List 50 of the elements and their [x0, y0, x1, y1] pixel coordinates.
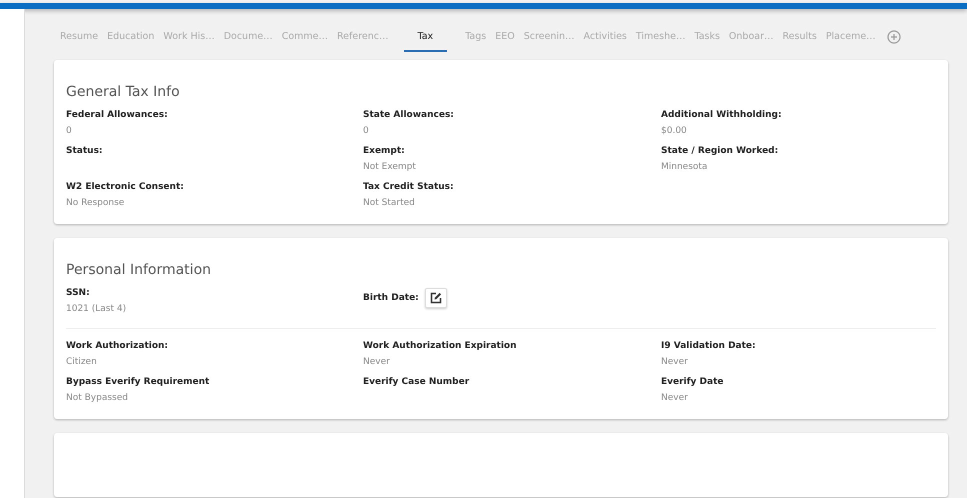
field-value: Never	[363, 357, 391, 367]
tab[interactable]: Onboar…	[728, 22, 774, 52]
tab[interactable]: EEO	[495, 22, 515, 52]
tab[interactable]: Tasks	[694, 22, 720, 52]
card-title: General Tax Info	[66, 84, 181, 100]
field-label: Work Authorization Expiration	[363, 341, 518, 351]
field-label: Everify Case Number	[363, 377, 470, 387]
field-label: Tax Credit Status:	[363, 182, 455, 192]
edit-button[interactable]	[424, 288, 447, 308]
field-label: Bypass Everify Requirement	[66, 377, 210, 387]
field-value: Never	[661, 357, 689, 367]
tab[interactable]: Results	[782, 22, 817, 52]
tab[interactable]: Comme…	[282, 22, 328, 52]
field-value: Not Started	[363, 198, 416, 208]
card-title: Personal Information	[66, 262, 212, 278]
tab[interactable]: Resume	[60, 22, 98, 52]
field-value: Never	[661, 393, 689, 403]
field-label: State Allowances:	[363, 110, 455, 120]
tab[interactable]: Work His…	[163, 22, 215, 52]
edit-icon	[430, 292, 442, 304]
field-value: $0.00	[661, 126, 688, 136]
field-label: State / Region Worked:	[661, 146, 780, 156]
field-value: Not Bypassed	[66, 393, 129, 403]
tab[interactable]: Timeshe…	[636, 22, 686, 52]
field-value: Citizen	[66, 357, 98, 367]
field-label: Federal Allowances:	[66, 110, 169, 120]
tab[interactable]: Education	[107, 22, 154, 52]
field-label: I9 Validation Date:	[661, 341, 757, 351]
tab[interactable]: Placeme…	[826, 22, 876, 52]
tab[interactable]: Activities	[584, 22, 627, 52]
field-label: Exempt:	[363, 146, 406, 156]
field-label: W2 Electronic Consent:	[66, 182, 185, 192]
tab[interactable]: Referenc…	[337, 22, 388, 52]
field-value: 1021 (Last 4)	[66, 304, 128, 314]
plus-circle-icon	[886, 30, 901, 44]
field-value: Not Exempt	[363, 162, 417, 172]
field-label: Work Authorization:	[66, 341, 170, 351]
field-label: Additional Withholding:	[661, 110, 783, 120]
field-value: Minnesota	[661, 162, 708, 172]
field-value: 0	[363, 126, 370, 136]
tab[interactable]: Docume…	[224, 22, 273, 52]
field-value: 0	[66, 126, 73, 136]
field-label: Birth Date:	[363, 293, 419, 303]
field-label: SSN:	[66, 288, 91, 298]
field-label: Everify Date	[661, 377, 725, 387]
tab[interactable]: Tags	[465, 22, 486, 52]
tab[interactable]: Screenin…	[524, 22, 575, 52]
field-label: Status:	[66, 146, 104, 156]
field-value: No Response	[66, 198, 126, 208]
tab[interactable]: Tax	[404, 22, 448, 52]
